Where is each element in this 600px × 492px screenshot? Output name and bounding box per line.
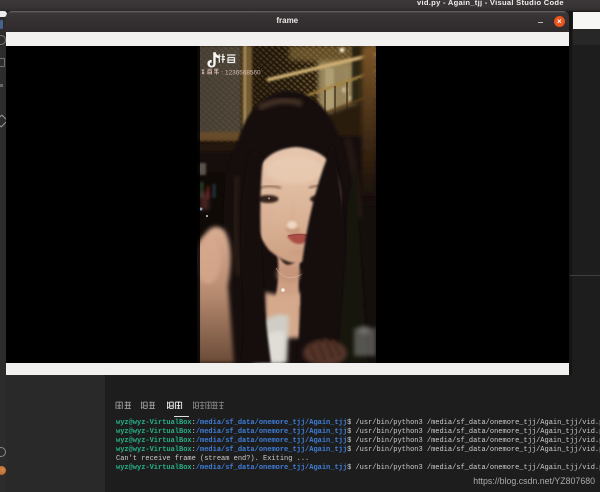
svg-text:: 1236568560: : 1236568560 (222, 70, 262, 77)
